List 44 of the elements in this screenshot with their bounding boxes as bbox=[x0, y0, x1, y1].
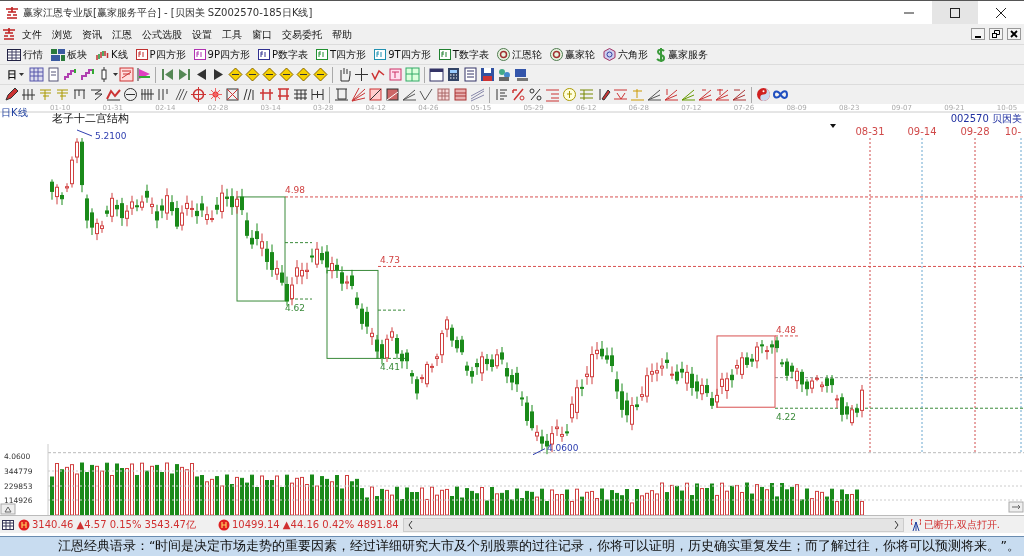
price-label: 4.48 bbox=[776, 324, 797, 335]
price-label: 4.73 bbox=[380, 255, 401, 266]
price-label: 4.62 bbox=[285, 303, 306, 313]
toolbar-button[interactable]: 9P四方形 bbox=[189, 47, 254, 62]
stock-label: 002570 贝因美 bbox=[950, 113, 1022, 124]
price-label: 5.2100 bbox=[95, 131, 127, 141]
toolbar-button[interactable]: K线 bbox=[91, 47, 132, 62]
connection-status[interactable]: 已断开,双点打开. bbox=[923, 517, 1000, 532]
menu-item[interactable]: 资讯 bbox=[77, 26, 107, 42]
menu-item[interactable]: 帮助 bbox=[327, 26, 357, 42]
future-date-label: 08-31 bbox=[855, 126, 885, 137]
period-dropdown[interactable]: 日 bbox=[3, 67, 28, 82]
price-label: 4.41 bbox=[380, 362, 401, 373]
price-label: 4.0600 bbox=[547, 442, 579, 453]
menu-item[interactable]: 文件 bbox=[17, 26, 47, 42]
menu-item[interactable]: 江恩 bbox=[107, 26, 137, 42]
menu-item[interactable]: 设置 bbox=[187, 26, 217, 42]
price-label: 4.98 bbox=[285, 184, 306, 195]
price-label: 4.22 bbox=[776, 412, 797, 423]
future-date-label: 09-28 bbox=[960, 126, 990, 137]
toolbar-button[interactable]: 赢家轮 bbox=[545, 47, 599, 62]
toolbar-button[interactable]: 赢家服务 bbox=[651, 47, 712, 62]
toolbar-button[interactable]: T四方形 bbox=[312, 47, 371, 62]
index-quote: 3140.46 ▲4.57 0.15% 3543.47亿 bbox=[32, 518, 196, 532]
menu-item[interactable]: 交易委托 bbox=[277, 26, 327, 42]
menu-item[interactable]: 公式选股 bbox=[137, 26, 187, 42]
toolbar-button[interactable]: P数字表 bbox=[254, 47, 313, 62]
toolbar-button[interactable]: 六角形 bbox=[598, 47, 652, 62]
quote-text: 江恩经典语录：“时间是决定市场走势的重要因素，经过详细研究大市及个别股票的过往记录，你将可以证明，历史确实重复发生；而了解过往，你将可以预测将来。”。 bbox=[58, 537, 1020, 556]
future-date-label: 10- bbox=[1004, 126, 1021, 137]
menu-item[interactable]: 工具 bbox=[217, 26, 247, 42]
index-quote: 10499.14 ▲44.16 0.42% 4891.84 bbox=[231, 518, 399, 532]
toolbar-button[interactable]: 9T四方形 bbox=[370, 47, 435, 62]
chart-title: 老子十二宫结构 bbox=[52, 112, 129, 124]
menu-item[interactable]: 窗口 bbox=[247, 26, 277, 42]
period-label: 日K线 bbox=[1, 107, 28, 118]
toolbar-button[interactable]: T数字表 bbox=[434, 47, 493, 62]
future-date-label: 09-14 bbox=[907, 126, 937, 137]
toolbar-button[interactable]: 行情 bbox=[3, 47, 47, 62]
toolbar-button[interactable]: P四方形 bbox=[131, 47, 190, 62]
toolbar-button[interactable]: 板块 bbox=[47, 47, 91, 62]
window-title: 赢家江恩专业版[赢家服务平台] - [贝因美 SZ002570-185日K线] bbox=[23, 6, 313, 20]
menu-item[interactable]: 浏览 bbox=[47, 26, 77, 42]
toolbar-button[interactable]: 江恩轮 bbox=[492, 47, 546, 62]
